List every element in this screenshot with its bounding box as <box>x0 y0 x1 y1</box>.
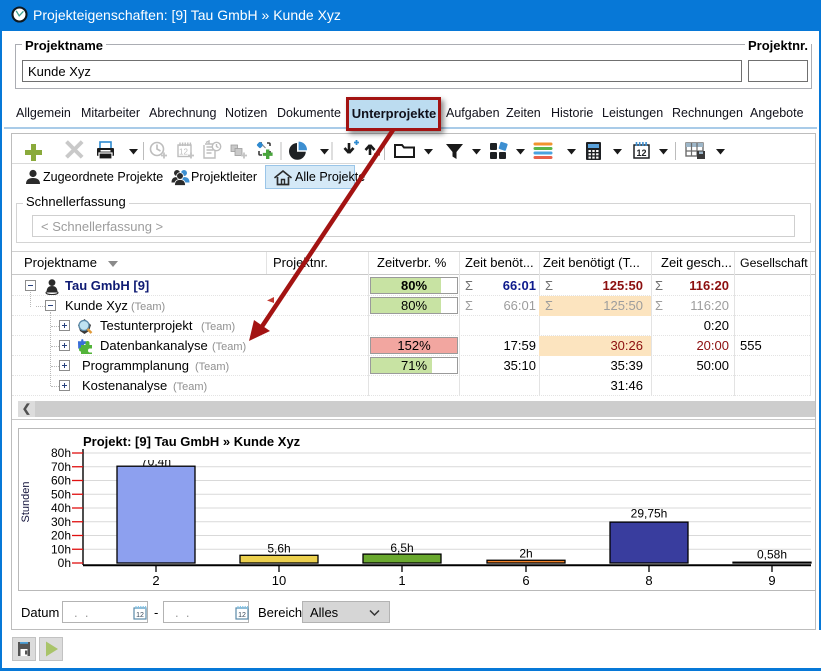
svg-text:9: 9 <box>768 573 775 588</box>
svg-text:2h: 2h <box>519 546 532 560</box>
svg-text:12: 12 <box>636 148 646 158</box>
svg-text:Stunden: Stunden <box>20 482 32 523</box>
svg-text:2: 2 <box>152 573 159 588</box>
svg-text:5,6h: 5,6h <box>267 541 290 555</box>
svg-text:20h: 20h <box>51 529 71 543</box>
svg-text:8: 8 <box>645 573 652 588</box>
svg-text:6: 6 <box>522 573 529 588</box>
svg-text:60h: 60h <box>51 474 71 488</box>
svg-text:12: 12 <box>179 148 188 157</box>
svg-text:80h: 80h <box>51 446 71 460</box>
svg-text:30h: 30h <box>51 515 71 529</box>
svg-text:29,75h: 29,75h <box>631 507 668 521</box>
svg-text:12: 12 <box>136 612 144 619</box>
svg-text:Projekt: [9] Tau GmbH » Kunde: Projekt: [9] Tau GmbH » Kunde Xyz <box>83 434 301 449</box>
svg-text:0h: 0h <box>58 556 71 570</box>
svg-text:12: 12 <box>238 612 246 619</box>
svg-text:70h: 70h <box>51 460 71 474</box>
svg-text:10h: 10h <box>51 542 71 556</box>
svg-text:10: 10 <box>272 573 286 588</box>
svg-text:6,5h: 6,5h <box>390 541 413 555</box>
svg-text:40h: 40h <box>51 501 71 515</box>
svg-text:1: 1 <box>398 573 405 588</box>
svg-text:50h: 50h <box>51 487 71 501</box>
svg-text:0,58h: 0,58h <box>757 548 787 562</box>
